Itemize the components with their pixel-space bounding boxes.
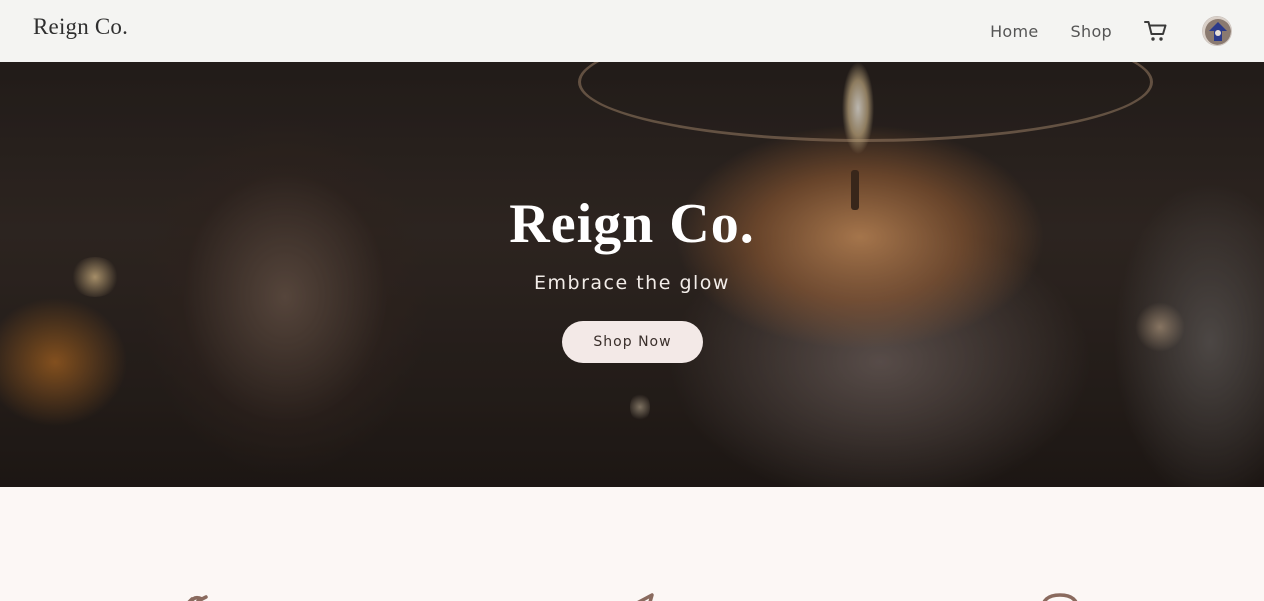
- user-avatar[interactable]: [1202, 16, 1232, 46]
- hero-tagline: Embrace the glow: [534, 272, 730, 294]
- nav-home-link[interactable]: Home: [990, 22, 1038, 41]
- hero-title: Reign Co.: [509, 193, 755, 255]
- send-icon: [622, 591, 662, 601]
- nav-shop-link[interactable]: Shop: [1071, 22, 1112, 41]
- nav-menu: Home Shop: [990, 0, 1232, 62]
- brand-logo[interactable]: Reign Co.: [33, 14, 128, 40]
- cart-icon[interactable]: [1143, 18, 1169, 44]
- shop-now-button[interactable]: Shop Now: [562, 321, 703, 363]
- features-section: [0, 487, 1264, 601]
- support-icon: [1036, 591, 1086, 601]
- wand-icon: [180, 591, 230, 601]
- top-navbar: Reign Co. Home Shop: [0, 0, 1264, 62]
- hero-content: Reign Co. Embrace the glow Shop Now: [0, 62, 1264, 487]
